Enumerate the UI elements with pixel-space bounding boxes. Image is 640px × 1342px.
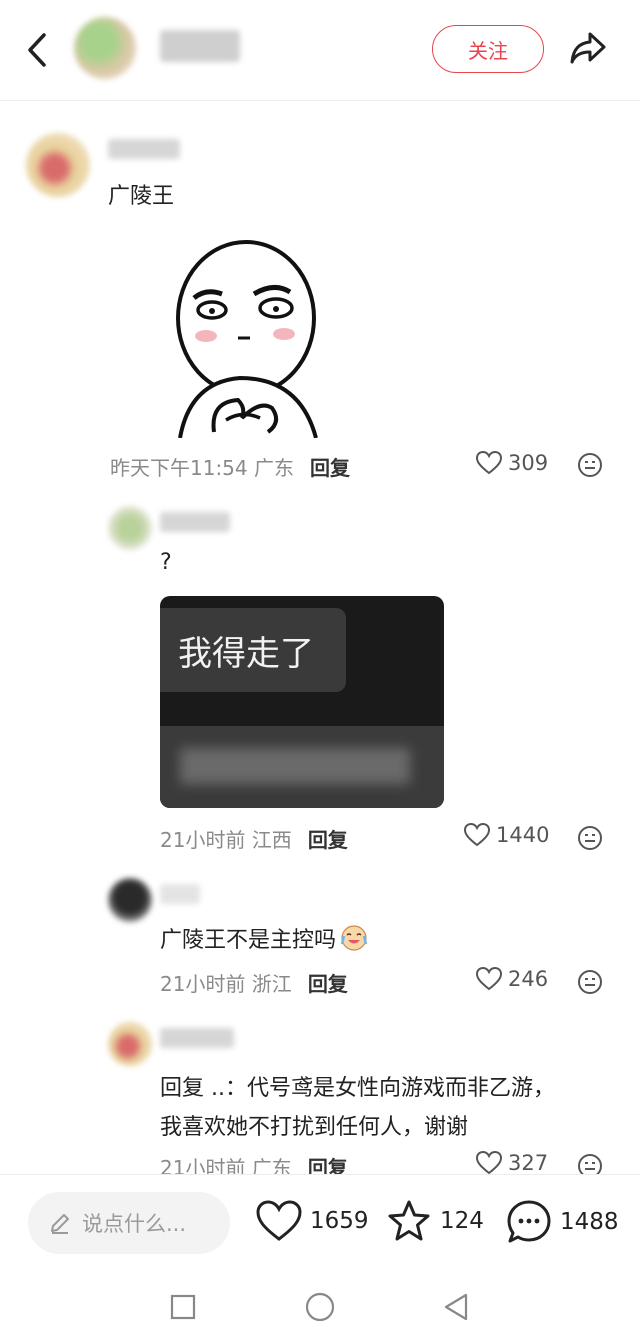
comment-meta: 21小时前 江西 回复 [160,824,348,853]
recent-apps-square-icon[interactable] [170,1294,196,1320]
commenter-name[interactable] [160,512,230,532]
emoji-react-icon[interactable] [577,969,603,995]
reply-button[interactable]: 回复 [308,972,348,996]
follow-button[interactable]: 关注 [432,25,544,73]
reply-button[interactable]: 回复 [308,828,348,852]
post-comment-count: 1488 [560,1209,619,1235]
comment-like[interactable]: 309 [476,451,548,475]
comment-text-line2: 我喜欢她不打扰到任何人，谢谢 [160,1115,469,1140]
heart-icon [476,451,502,475]
commenter-avatar[interactable] [108,878,152,922]
comment-text: ? [160,550,172,575]
star-icon [388,1200,430,1241]
chat-screenshot-image[interactable]: 我得走了 [160,596,444,808]
emoji-react-icon[interactable] [577,452,603,478]
comment-text-line1: 回复 ..：代号鸢是女性向游戏而非乙游， [160,1076,555,1101]
like-count: 309 [508,451,549,475]
post-favorite-count: 124 [440,1208,484,1234]
comment-text-row: 广陵王不是主控吗 [160,922,368,954]
like-post-button[interactable]: 1659 [256,1200,369,1242]
comment-time-location: 昨天下午11:54 广东 [110,456,294,480]
commenter-name[interactable] [160,884,200,904]
comment-text: 广陵王 [108,184,175,209]
comment-like[interactable]: 246 [476,967,548,991]
comment-meta: 21小时前 浙江 回复 [160,968,348,997]
home-circle-icon[interactable] [305,1292,335,1322]
commenter-name[interactable] [108,139,180,159]
comment-like[interactable]: 327 [476,1151,548,1175]
comment-like[interactable]: 1440 [464,823,549,847]
favorite-post-button[interactable]: 124 [386,1199,484,1243]
heart-icon [464,823,490,847]
commenter-avatar[interactable] [108,506,152,550]
comments-button[interactable]: 1488 [506,1199,619,1245]
comment-time-location: 21小时前 浙江 [160,972,292,996]
commenter-avatar[interactable] [108,1022,152,1066]
heart-icon [476,967,502,991]
emoji-react-icon[interactable] [577,825,603,851]
comment-meta: 昨天下午11:54 广东 回复 [110,452,350,481]
chat-bubble: 我得走了 [160,608,346,692]
commenter-avatar[interactable] [26,133,90,197]
meme-sticker-image[interactable] [150,232,360,438]
author-name[interactable] [160,30,240,62]
crying-laugh-emoji-icon [340,925,368,951]
comment-input-placeholder: 说点什么... [82,1212,187,1236]
like-count: 327 [508,1151,549,1175]
back-triangle-icon[interactable] [442,1292,470,1322]
heart-icon [256,1200,302,1241]
comment-bubble-icon [507,1200,551,1243]
like-count: 1440 [496,823,550,847]
author-avatar[interactable] [74,17,136,79]
chat-bubble-blurred [160,726,444,808]
pencil-icon [51,1214,69,1234]
reply-button[interactable]: 回复 [310,456,350,480]
commenter-name[interactable] [160,1028,234,1048]
comment-text: 广陵王不是主控吗 [160,928,337,953]
post-like-count: 1659 [310,1208,369,1234]
back-chevron-icon[interactable] [22,30,54,70]
heart-icon [476,1151,502,1175]
like-count: 246 [508,967,549,991]
comment-input[interactable]: 说点什么... [28,1192,230,1254]
share-arrow-icon[interactable] [568,28,608,68]
comment-time-location: 21小时前 江西 [160,828,292,852]
